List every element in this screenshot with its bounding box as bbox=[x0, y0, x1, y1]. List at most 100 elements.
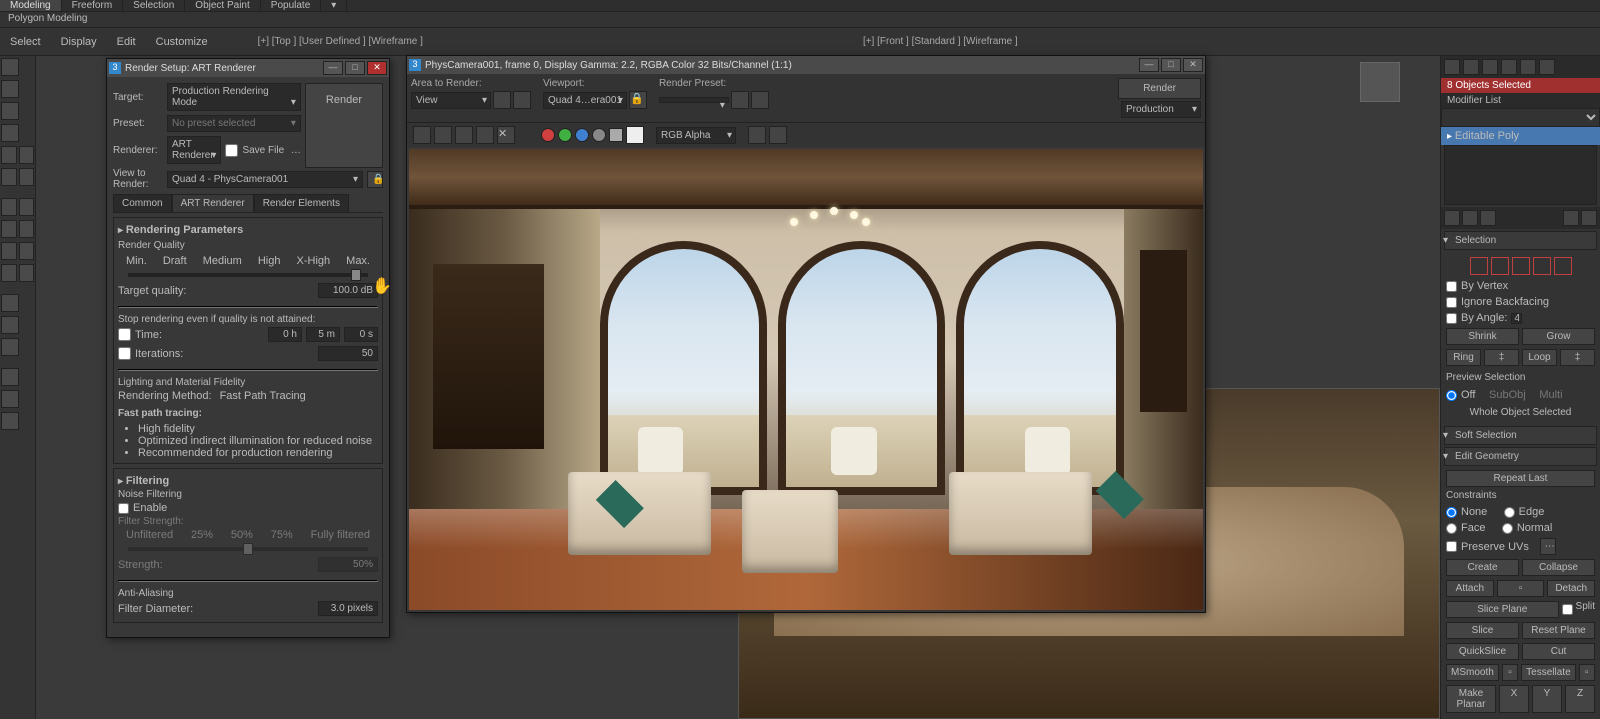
hierarchy-tab-icon[interactable] bbox=[1482, 59, 1498, 75]
fb-preset-dropdown[interactable] bbox=[659, 97, 729, 103]
element-mode-icon[interactable] bbox=[1554, 257, 1572, 275]
cmd-edit[interactable]: Edit bbox=[107, 33, 146, 51]
preserve-uvs-checkbox[interactable] bbox=[1446, 541, 1457, 552]
preserve-uvs-settings-button[interactable]: ⋯ bbox=[1540, 538, 1556, 555]
border-mode-icon[interactable] bbox=[1512, 257, 1530, 275]
remove-modifier-icon[interactable] bbox=[1563, 210, 1579, 226]
filter-slider[interactable] bbox=[128, 547, 368, 551]
pin-stack-icon[interactable] bbox=[1444, 210, 1460, 226]
maximize-button[interactable]: □ bbox=[345, 61, 365, 75]
render-setup-titlebar[interactable]: 3 Render Setup: ART Renderer — □ ✕ bbox=[107, 59, 389, 77]
create-button[interactable]: Create bbox=[1446, 559, 1519, 576]
split-checkbox[interactable] bbox=[1562, 604, 1573, 615]
loop-spinner[interactable]: ‡ bbox=[1560, 349, 1595, 366]
globe-icon[interactable] bbox=[1, 80, 19, 98]
constraint-none-radio[interactable] bbox=[1446, 507, 1457, 518]
layer-icon-6[interactable] bbox=[19, 242, 35, 260]
copy-image-icon[interactable] bbox=[434, 126, 452, 144]
preset-load-icon[interactable] bbox=[731, 91, 749, 109]
preview-off-radio[interactable] bbox=[1446, 390, 1457, 401]
make-planar-button[interactable]: Make Planar bbox=[1446, 685, 1496, 713]
helper-icon-2[interactable] bbox=[19, 146, 35, 164]
fb-viewport-dropdown[interactable]: Quad 4…era001 bbox=[543, 92, 627, 109]
shape-icon[interactable] bbox=[1, 168, 17, 186]
lock-view-icon[interactable]: 🔒 bbox=[367, 171, 383, 188]
layer-icon[interactable] bbox=[1, 198, 17, 216]
display-icon[interactable] bbox=[1, 294, 19, 312]
modifier-active-item[interactable]: ▸ Editable Poly bbox=[1441, 127, 1600, 145]
quality-slider-thumb[interactable] bbox=[351, 269, 361, 281]
tab-object-paint[interactable]: Object Paint bbox=[185, 0, 260, 11]
target-dropdown[interactable]: Production Rendering Mode bbox=[167, 83, 301, 111]
planar-z-button[interactable]: Z bbox=[1565, 685, 1595, 713]
tab-freeform[interactable]: Freeform bbox=[62, 0, 124, 11]
ring-button[interactable]: Ring bbox=[1446, 349, 1481, 366]
channel-dropdown[interactable]: RGB Alpha bbox=[656, 127, 736, 144]
utilities-tab-icon[interactable] bbox=[1539, 59, 1555, 75]
cmd-display[interactable]: Display bbox=[51, 33, 107, 51]
rendering-method-dropdown[interactable]: Fast Path Tracing bbox=[220, 390, 378, 402]
helper-icon[interactable] bbox=[1, 146, 17, 164]
ring-spinner[interactable]: ‡ bbox=[1484, 349, 1519, 366]
by-angle-checkbox[interactable] bbox=[1446, 313, 1457, 324]
savefile-browse[interactable]: … bbox=[288, 145, 301, 156]
tessellate-settings-button[interactable]: ▫ bbox=[1579, 664, 1595, 681]
modifier-stack[interactable] bbox=[1444, 145, 1597, 205]
display-icon-2[interactable] bbox=[1, 316, 19, 334]
slice-plane-button[interactable]: Slice Plane bbox=[1446, 601, 1559, 618]
msmooth-settings-button[interactable]: ▫ bbox=[1502, 664, 1518, 681]
tab-populate[interactable]: Populate bbox=[261, 0, 321, 11]
tab-art-renderer[interactable]: ART Renderer bbox=[172, 194, 254, 212]
ribbon-overflow-icon[interactable]: ▾ bbox=[321, 0, 347, 11]
cmd-customize[interactable]: Customize bbox=[146, 33, 218, 51]
rollout-selection[interactable]: Selection bbox=[1444, 231, 1597, 250]
fb-maximize-button[interactable]: □ bbox=[1161, 58, 1181, 72]
auto-region-icon[interactable] bbox=[513, 91, 531, 109]
rendered-image[interactable] bbox=[409, 149, 1203, 610]
constraint-normal-radio[interactable] bbox=[1502, 523, 1513, 534]
strength-input[interactable] bbox=[318, 557, 378, 572]
tab-selection[interactable]: Selection bbox=[123, 0, 185, 11]
vertex-mode-icon[interactable] bbox=[1470, 257, 1488, 275]
clear-icon[interactable]: ✕ bbox=[497, 126, 515, 144]
tool-icon[interactable] bbox=[1, 58, 19, 76]
layer-icon-8[interactable] bbox=[19, 264, 35, 282]
target-quality-input[interactable] bbox=[318, 283, 378, 298]
fb-close-button[interactable]: ✕ bbox=[1183, 58, 1203, 72]
detach-button[interactable]: Detach bbox=[1547, 580, 1595, 597]
edge-mode-icon[interactable] bbox=[1491, 257, 1509, 275]
time-s-input[interactable] bbox=[344, 327, 378, 342]
time-m-input[interactable] bbox=[306, 327, 340, 342]
render-button[interactable]: Render bbox=[305, 83, 383, 168]
channel-mono-icon[interactable] bbox=[609, 128, 623, 142]
make-unique-icon[interactable] bbox=[1480, 210, 1496, 226]
tab-modeling[interactable]: Modeling bbox=[0, 0, 62, 11]
modifier-list-dropdown[interactable] bbox=[1441, 108, 1600, 127]
area-to-render-dropdown[interactable]: View bbox=[411, 92, 491, 109]
camera-icon[interactable] bbox=[1, 124, 19, 142]
filter-diameter-input[interactable] bbox=[318, 601, 378, 616]
quality-slider[interactable] bbox=[128, 273, 368, 277]
tab-render-elements[interactable]: Render Elements bbox=[254, 194, 349, 212]
show-end-result-icon[interactable] bbox=[1462, 210, 1478, 226]
rollout-soft-selection[interactable]: Soft Selection bbox=[1444, 426, 1597, 445]
ignore-backfacing-checkbox[interactable] bbox=[1446, 297, 1457, 308]
constraint-edge-radio[interactable] bbox=[1504, 507, 1515, 518]
channel-blue-icon[interactable] bbox=[575, 128, 589, 142]
layer-icon-5[interactable] bbox=[1, 242, 17, 260]
iterations-checkbox[interactable] bbox=[118, 347, 131, 360]
reset-plane-button[interactable]: Reset Plane bbox=[1522, 622, 1595, 639]
polygon-mode-icon[interactable] bbox=[1533, 257, 1551, 275]
rendering-parameters-header[interactable]: ▸ Rendering Parameters bbox=[118, 222, 378, 238]
close-button[interactable]: ✕ bbox=[367, 61, 387, 75]
swatch-icon[interactable] bbox=[626, 126, 644, 144]
filtering-header[interactable]: ▸ Filtering bbox=[118, 473, 378, 489]
preset-save-icon[interactable] bbox=[751, 91, 769, 109]
cut-button[interactable]: Cut bbox=[1522, 643, 1595, 660]
shape-icon-2[interactable] bbox=[19, 168, 35, 186]
tab-common[interactable]: Common bbox=[113, 194, 172, 212]
grow-button[interactable]: Grow bbox=[1522, 328, 1595, 345]
time-checkbox[interactable] bbox=[118, 328, 131, 341]
configure-sets-icon[interactable] bbox=[1581, 210, 1597, 226]
by-vertex-checkbox[interactable] bbox=[1446, 281, 1457, 292]
